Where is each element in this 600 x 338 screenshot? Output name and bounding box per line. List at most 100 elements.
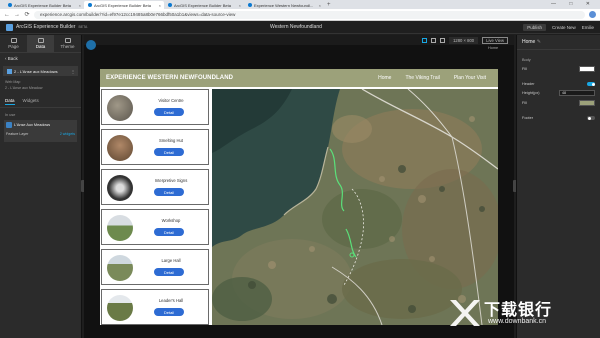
body-fill-swatch[interactable] xyxy=(579,66,595,72)
watermark-title: 下载银行 xyxy=(484,300,553,319)
list-item[interactable]: Leader's Hall Detail xyxy=(101,289,209,325)
more-icon[interactable]: ⋮ xyxy=(71,69,75,74)
list-item[interactable]: Workshop Detail xyxy=(101,209,209,245)
body-fill-row: Fill xyxy=(517,64,600,74)
insert-widget-button[interactable] xyxy=(86,40,96,50)
page-header[interactable]: EXPERIENCE WESTERN NEWFOUNDLAND Home The… xyxy=(100,69,498,87)
tab-theme-label: Theme xyxy=(60,44,75,49)
browser-tab-bar: ArcGIS Experience Builder Beta × ArcGIS E… xyxy=(0,0,600,9)
map-widget[interactable] xyxy=(212,89,498,325)
card-title: Visitor Centre xyxy=(158,98,184,103)
height-row: Height(px) 48 xyxy=(517,88,600,98)
datasource-name: L'Anse Aux Meadows xyxy=(14,123,51,127)
list-item[interactable]: Interpretive Signs Detail xyxy=(101,169,209,205)
tablet-device-icon[interactable] xyxy=(431,37,437,43)
publish-button[interactable]: Publish xyxy=(523,23,546,31)
footer-toggle[interactable] xyxy=(587,116,595,120)
header-toggle[interactable] xyxy=(587,82,595,86)
theme-icon xyxy=(64,38,71,43)
browser-tab[interactable]: ArcGIS Experience Builder Beta × xyxy=(4,1,84,9)
widgets-link[interactable]: 2 widgets xyxy=(60,132,75,136)
subtab-data[interactable]: Data xyxy=(5,98,15,105)
brand-badge: BETA xyxy=(78,25,88,29)
list-item[interactable]: Smelting Hut Detail xyxy=(101,129,209,165)
edit-icon[interactable]: ✎ xyxy=(537,39,541,45)
close-icon[interactable]: × xyxy=(319,3,321,8)
browser-tab[interactable]: Experience Western Newfoundl... × xyxy=(244,1,324,9)
tab-theme[interactable]: Theme xyxy=(54,35,81,52)
card-title: Leader's Hall xyxy=(158,298,184,303)
satellite-map[interactable] xyxy=(212,89,498,325)
arcgis-logo-icon xyxy=(6,23,13,31)
nav-plan-your-visit[interactable]: Plan Your Visit xyxy=(454,75,486,81)
header-fill-row: Fill xyxy=(517,98,600,108)
layer-icon xyxy=(6,122,12,128)
body-label: Body xyxy=(522,58,531,62)
live-view-button[interactable]: Live View xyxy=(482,36,508,44)
forward-icon[interactable]: → xyxy=(14,12,20,18)
tab-page-label: Page xyxy=(8,44,19,49)
data-subtabs: Data Widgets xyxy=(0,94,81,108)
detail-button[interactable]: Detail xyxy=(154,188,184,196)
url-field[interactable]: experience.arcgis.com/builder/?id=ef97e1… xyxy=(34,10,585,19)
page-item-label: 2 - L'Anse aux Meadows xyxy=(14,68,58,74)
browser-tab-label: ArcGIS Experience Builder Beta xyxy=(14,2,71,8)
detail-button[interactable]: Detail xyxy=(154,108,184,116)
window-controls[interactable]: — □ ✕ xyxy=(551,1,596,7)
card-title: Workshop xyxy=(161,218,181,223)
profile-avatar[interactable] xyxy=(589,11,596,18)
tab-data[interactable]: Data xyxy=(27,35,54,52)
subtab-widgets[interactable]: Widgets xyxy=(23,98,39,105)
back-icon[interactable]: ← xyxy=(4,12,10,18)
favicon-icon xyxy=(168,3,172,7)
resolution-select[interactable]: 1280 × 800 xyxy=(449,36,479,44)
web-map-name: 2 - L'Anse aux Meadow xyxy=(5,86,43,90)
phone-device-icon[interactable] xyxy=(440,37,446,43)
thumbnail xyxy=(107,175,133,201)
create-new-button[interactable]: Create New xyxy=(552,25,576,30)
address-bar: ← → ⟳ experience.arcgis.com/builder/?id=… xyxy=(0,9,600,21)
desktop-device-icon[interactable] xyxy=(422,37,428,43)
page-tag: Home xyxy=(488,46,499,50)
nav-home[interactable]: Home xyxy=(378,75,391,81)
close-icon[interactable]: × xyxy=(239,3,241,8)
reload-icon[interactable]: ⟳ xyxy=(24,11,30,18)
detail-button[interactable]: Detail xyxy=(154,268,184,276)
back-label: Back xyxy=(7,56,18,61)
browser-tab-active[interactable]: ArcGIS Experience Builder Beta × xyxy=(84,1,164,9)
close-icon[interactable]: × xyxy=(159,3,161,8)
tab-data-label: Data xyxy=(35,44,46,49)
detail-button[interactable]: Detail xyxy=(154,148,184,156)
list-item[interactable]: Visitor Centre Detail xyxy=(101,89,209,125)
new-tab-button[interactable]: + xyxy=(324,1,331,9)
browser-tab-label: Experience Western Newfoundl... xyxy=(254,2,314,8)
list-item[interactable]: Large Hall Detail xyxy=(101,249,209,285)
datasource-card[interactable]: L'Anse Aux Meadows Feature Layer 2 widget… xyxy=(4,120,77,142)
height-input[interactable]: 48 xyxy=(559,90,595,96)
close-icon[interactable]: × xyxy=(79,3,81,8)
page-header-title: EXPERIENCE WESTERN NEWFOUNDLAND xyxy=(106,75,234,81)
detail-button[interactable]: Detail xyxy=(154,308,184,316)
panel-title-text: Home xyxy=(522,39,536,45)
user-menu[interactable]: Emilie xyxy=(582,25,594,30)
screen: ArcGIS Experience Builder Beta × ArcGIS E… xyxy=(0,0,600,338)
tab-page[interactable]: Page xyxy=(0,35,27,52)
page-item[interactable]: 2 - L'Anse aux Meadows ⋮ xyxy=(3,66,78,76)
favicon-icon xyxy=(88,3,92,7)
header-row: Header xyxy=(517,80,600,88)
left-panel-tabs: Page Data Theme xyxy=(0,35,81,53)
browser-tab-label: ArcGIS Experience Builder Beta xyxy=(174,2,231,8)
experience-title[interactable]: Western Newfoundland xyxy=(270,24,322,30)
header-fill-swatch[interactable] xyxy=(579,100,595,106)
nav-viking-trail[interactable]: The Viking Trail xyxy=(405,75,439,81)
browser-tab[interactable]: ArcGIS Experience Builder Beta × xyxy=(164,1,244,9)
height-label: Height(px) xyxy=(522,91,540,95)
card-title: Interpretive Signs xyxy=(154,178,188,183)
back-button[interactable]: ‹ Back xyxy=(0,53,81,64)
detail-button[interactable]: Detail xyxy=(154,228,184,236)
card-title: Smelting Hut xyxy=(159,138,183,143)
card-title: Large Hall xyxy=(161,258,181,263)
right-panel: Home ✎ Body Fill Header Height(px) 48 Fi… xyxy=(516,35,600,338)
panel-title: Home ✎ xyxy=(517,35,600,50)
canvas-toolbar: 1280 × 800 Live View xyxy=(84,35,514,45)
